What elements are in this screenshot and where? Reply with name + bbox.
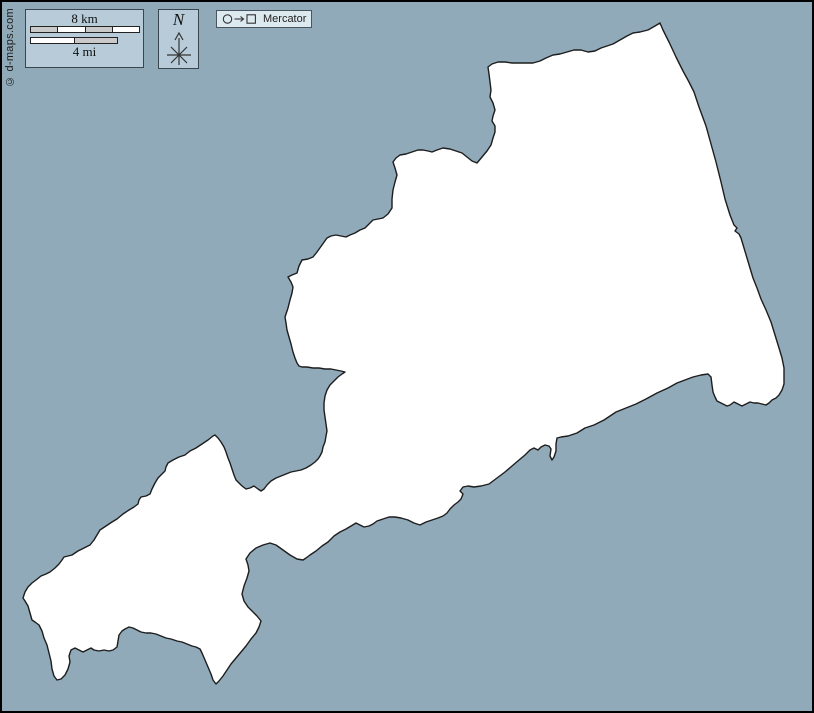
scale-km-label: 8 km — [26, 11, 143, 26]
scale-bar-segment — [31, 27, 58, 32]
projection-label: Mercator — [263, 11, 306, 27]
scale-bar-segment — [75, 38, 118, 43]
projection-box: Mercator — [216, 10, 312, 28]
north-arrow-icon — [165, 31, 193, 67]
map-canvas: © d-maps.com 8 km 4 mi N Me — [0, 0, 814, 713]
scale-km-bar — [30, 26, 140, 33]
scale-bar-segment — [113, 27, 139, 32]
scale-mi-bar — [30, 37, 118, 44]
scale-bar-segment — [86, 27, 113, 32]
scale-bar-box: 8 km 4 mi — [25, 9, 144, 68]
scale-mi-label: 4 mi — [26, 44, 143, 59]
compass-box: N — [158, 9, 199, 69]
scale-bar-segment — [58, 27, 85, 32]
north-label: N — [159, 10, 198, 30]
attribution-text: © d-maps.com — [4, 8, 16, 87]
map-outline-path — [23, 23, 784, 684]
projection-transform-icon — [222, 13, 258, 25]
scale-bar-segment — [31, 38, 75, 43]
map-outline — [0, 0, 814, 713]
